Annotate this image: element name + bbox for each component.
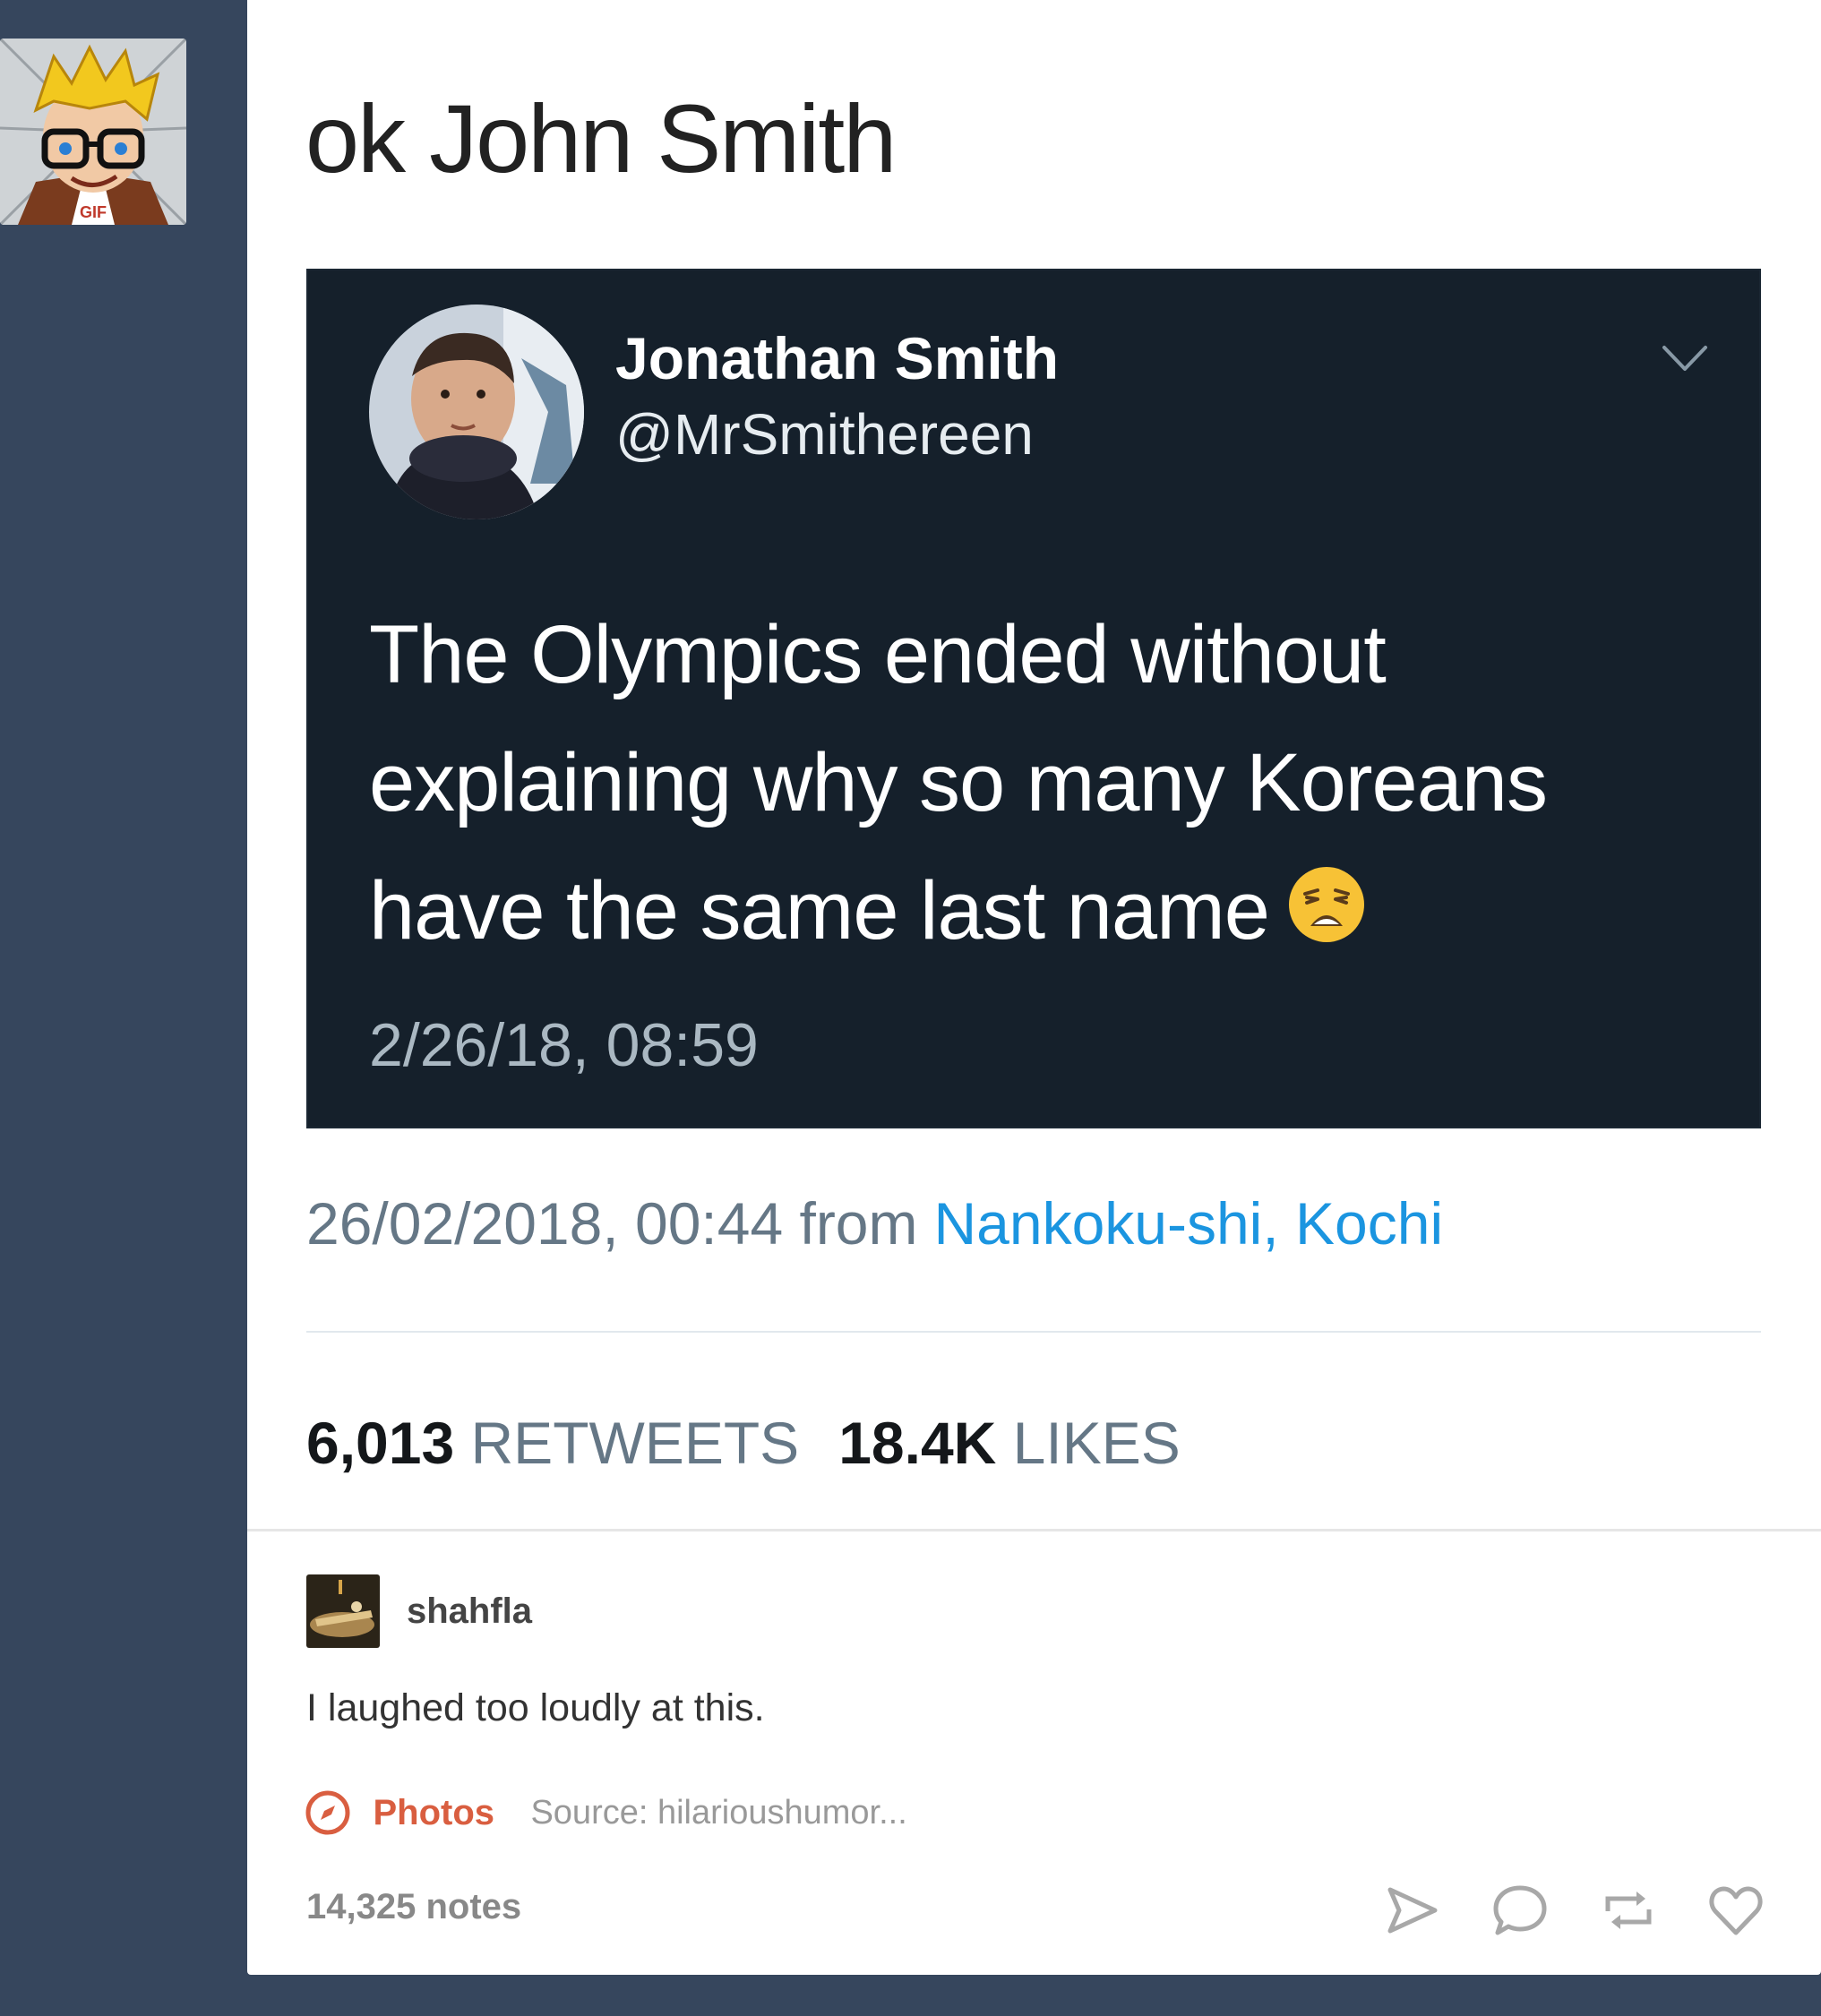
tweet-text-line: have the same last name: [369, 847, 1713, 975]
reblog-icon[interactable]: [1599, 1881, 1658, 1940]
blog-avatar[interactable]: GIF: [0, 39, 186, 225]
notes-count[interactable]: 14,325 notes: [306, 1887, 521, 1927]
cartoon-avatar-icon: GIF: [0, 39, 186, 225]
tweet-author-avatar: [369, 305, 584, 519]
reblog-comment: I laughed too loudly at this.: [306, 1686, 765, 1729]
like-icon[interactable]: [1706, 1881, 1765, 1940]
posted-location-link[interactable]: Nankoku-shi, Kochi: [934, 1190, 1444, 1257]
divider: [247, 1529, 1821, 1531]
post-card: ok John Smith Jonathan Smith @MrSmithere…: [247, 0, 1821, 1975]
tweet-handle: @MrSmithereen: [615, 402, 1034, 467]
reblog-user-avatar[interactable]: [306, 1574, 380, 1648]
reply-icon[interactable]: [1490, 1881, 1550, 1940]
retweets-count: 6,013: [306, 1410, 455, 1476]
dashboard: GIF ok John Smith Jonathan Smith @MrSmit…: [0, 0, 1821, 2016]
tweet-text-line-content: have the same last name: [369, 865, 1270, 957]
dinosaur-skull-icon: [306, 1574, 380, 1648]
tweet-screenshot[interactable]: Jonathan Smith @MrSmithereen The Olympic…: [306, 269, 1761, 1128]
tweet-text-line: explaining why so many Koreans: [369, 737, 1548, 828]
likes-label: LIKES: [1012, 1410, 1181, 1476]
posted-datetime: 26/02/2018, 00:44 from: [306, 1190, 918, 1257]
reblog-username-link[interactable]: shahfla: [407, 1591, 532, 1632]
tweet-text-line: The Olympics ended without: [369, 609, 1387, 700]
weary-face-icon: [1288, 867, 1364, 942]
post-actions: [1383, 1881, 1765, 1943]
divider: [306, 1331, 1761, 1333]
profile-photo-icon: [369, 305, 584, 519]
retweets-label: RETWEETS: [470, 1410, 800, 1476]
likes-count: 18.4K: [838, 1410, 997, 1476]
tweet-display-name: Jonathan Smith: [615, 325, 1060, 391]
photos-tag-link[interactable]: Photos: [373, 1793, 494, 1833]
chevron-down-icon: [1662, 346, 1707, 371]
tweet-stats: 6,013 RETWEETS 18.4K LIKES: [306, 1409, 1181, 1477]
source-link[interactable]: Source: hilarioushumor...: [530, 1794, 906, 1832]
tweet-text: The Olympics ended without explaining wh…: [369, 591, 1713, 975]
post-title: ok John Smith: [305, 84, 897, 193]
share-icon[interactable]: [1383, 1881, 1442, 1940]
post-tags-row: Photos Source: hilarioushumor...: [305, 1789, 907, 1843]
compass-icon: [305, 1790, 350, 1835]
avatar-shirt-mark: GIF: [80, 203, 107, 221]
tweet-timestamp: 2/26/18, 08:59: [369, 1011, 759, 1079]
tweet-posted-info: 26/02/2018, 00:44 from Nankoku-shi, Kochi: [306, 1189, 1443, 1257]
